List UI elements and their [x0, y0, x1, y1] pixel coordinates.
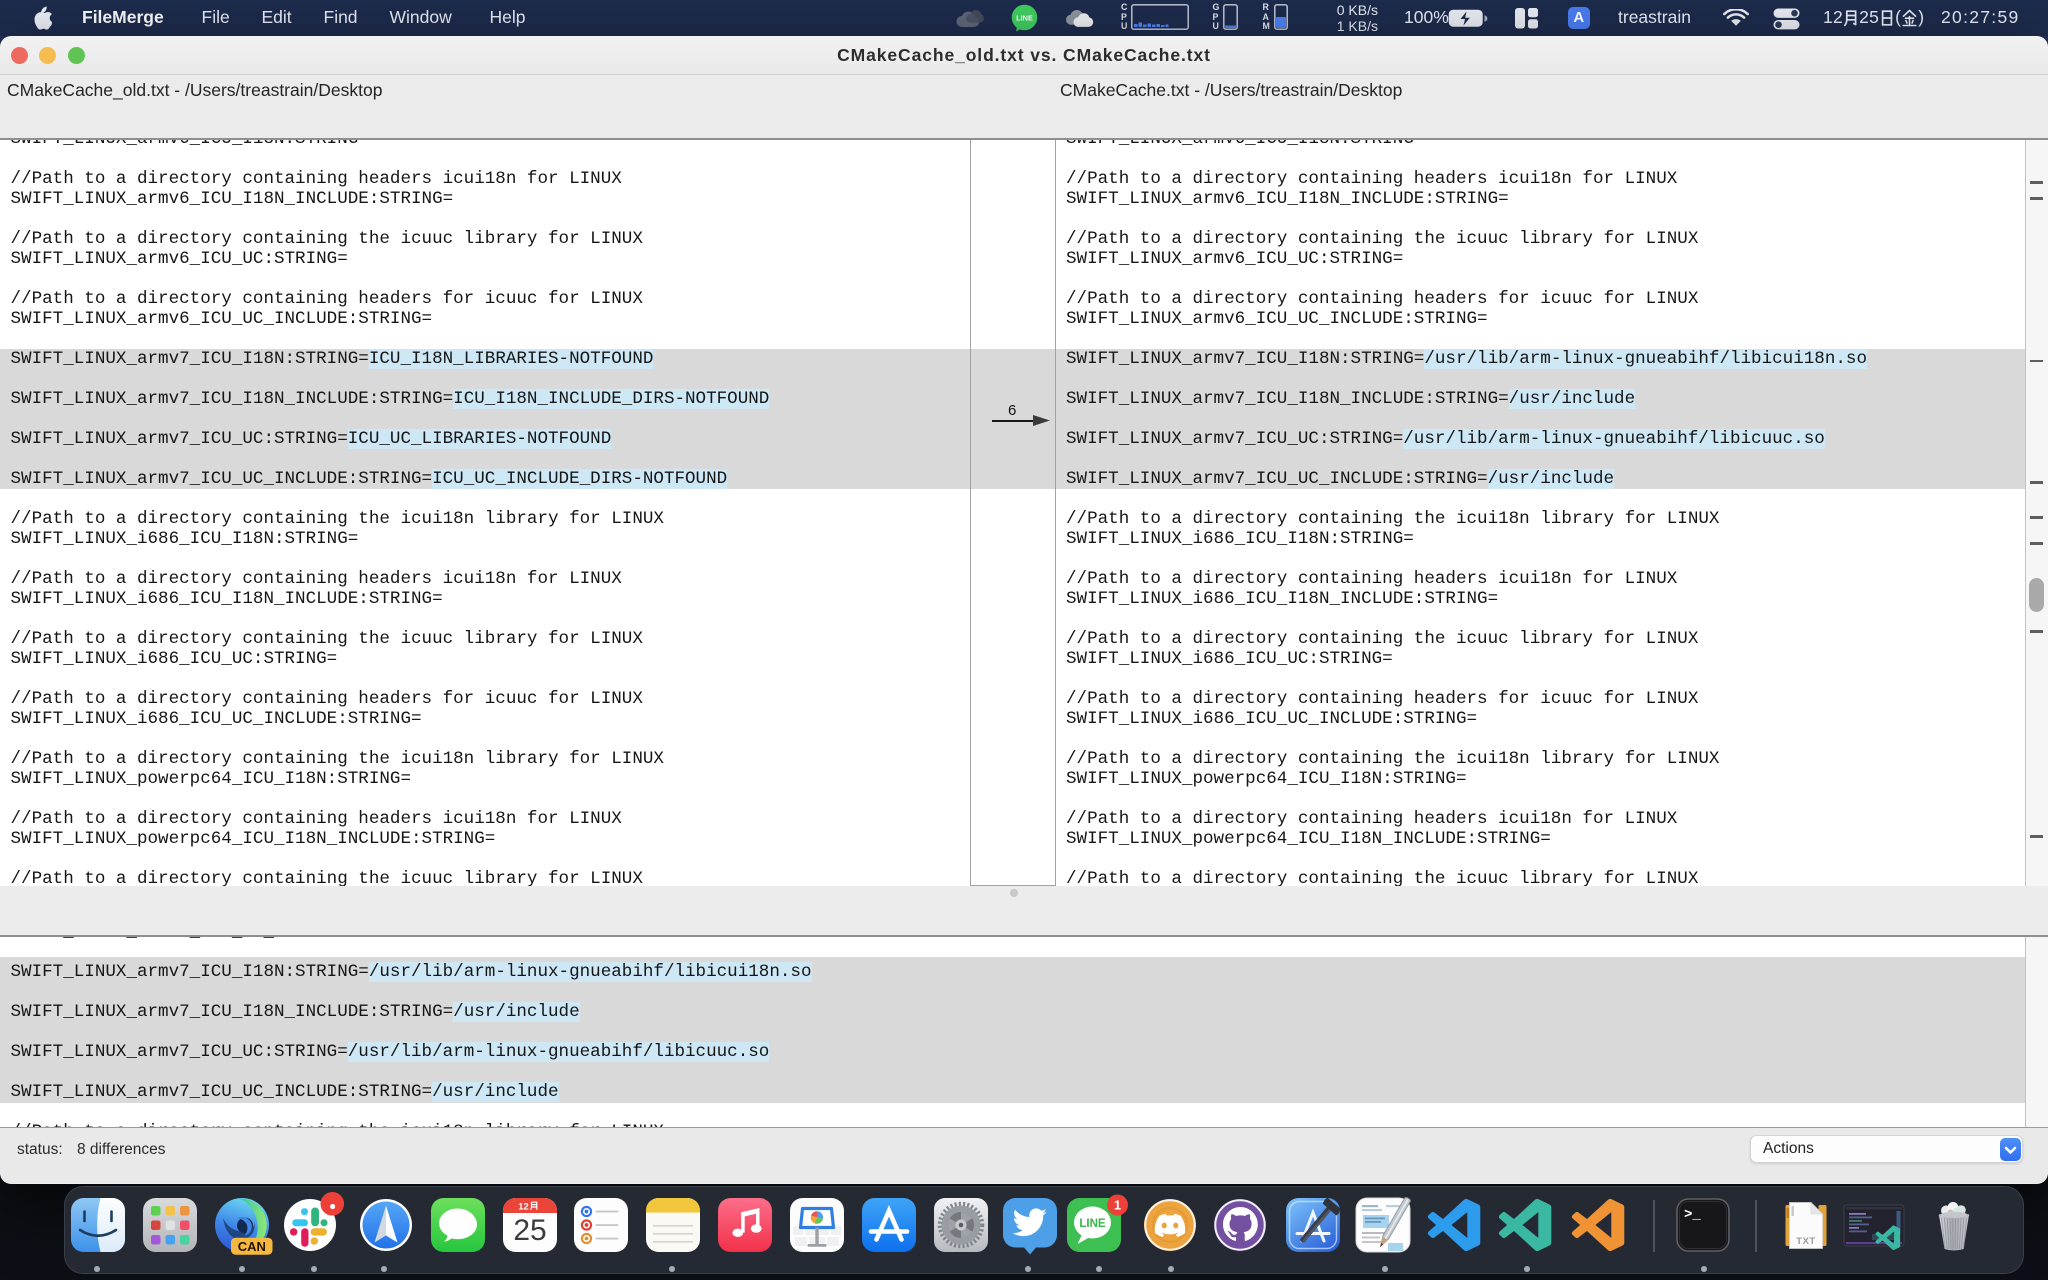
svg-text:TXT: TXT	[1796, 1236, 1815, 1247]
svg-text:1: 1	[1114, 1198, 1121, 1213]
svg-text:CAN: CAN	[238, 1239, 266, 1254]
svg-text:12: 12	[518, 1202, 529, 1213]
svg-text:>_: >_	[1684, 1207, 1701, 1223]
svg-text:LINE: LINE	[1016, 14, 1033, 23]
svg-text:25: 25	[513, 1214, 546, 1247]
svg-text:LINE: LINE	[1079, 1218, 1106, 1230]
